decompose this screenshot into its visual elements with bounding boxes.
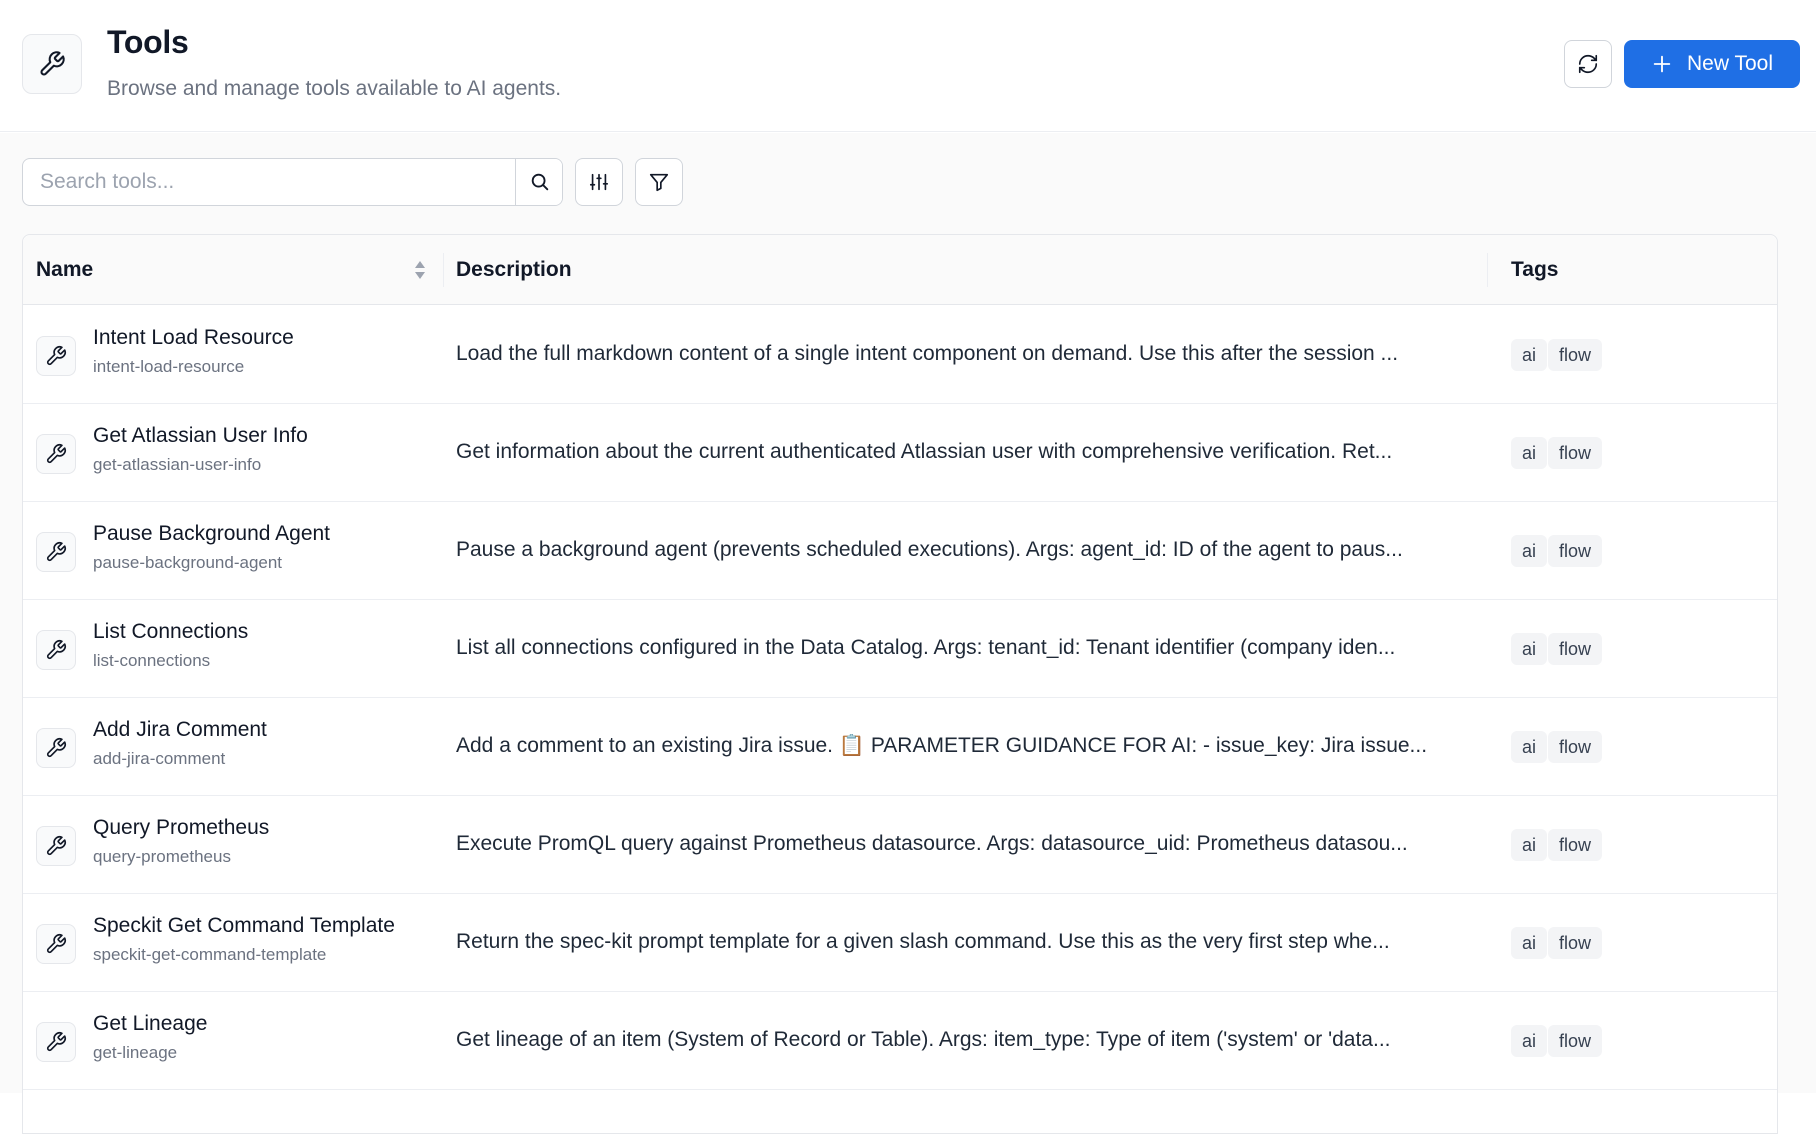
tool-slug: list-connections	[93, 651, 211, 670]
table-row[interactable]: Get Lineage get-lineage Get lineage of a…	[23, 992, 1777, 1090]
tool-description: Get lineage of an item (System of Record…	[456, 1028, 1391, 1051]
tool-slug: get-lineage	[93, 1043, 178, 1062]
refresh-icon	[1578, 54, 1598, 74]
tool-name[interactable]: Get Lineage	[93, 1012, 207, 1036]
tools-table: Name Description Tags Intent Load Resour…	[22, 234, 1778, 1134]
tag-badge: ai	[1511, 927, 1548, 959]
tool-slug: speckit-get-command-template	[93, 945, 327, 964]
table-row[interactable]: Pause Background Agent pause-background-…	[23, 502, 1777, 600]
table-row[interactable]: Query Prometheus query-prometheus Execut…	[23, 796, 1777, 894]
tag-badge: flow	[1548, 437, 1603, 469]
tool-name[interactable]: List Connections	[93, 620, 248, 644]
tool-name[interactable]: Add Jira Comment	[93, 718, 267, 742]
tool-name[interactable]: Speckit Get Command Template	[93, 914, 395, 938]
main-content: Name Description Tags Intent Load Resour…	[0, 133, 1816, 1134]
tool-description: Execute PromQL query against Prometheus …	[456, 832, 1408, 855]
tool-slug: pause-background-agent	[93, 553, 283, 572]
page-title: Tools	[107, 24, 189, 60]
tag-badge: flow	[1548, 1025, 1603, 1057]
wrench-icon	[36, 1022, 76, 1062]
wrench-icon	[36, 826, 76, 866]
tag-badge: flow	[1548, 927, 1603, 959]
tag-badge: ai	[1511, 339, 1548, 371]
column-header-tags: Tags	[1511, 258, 1559, 281]
sliders-icon	[589, 173, 609, 191]
tag-badge: flow	[1548, 339, 1603, 371]
column-settings-button[interactable]	[575, 158, 623, 206]
tool-name[interactable]: Query Prometheus	[93, 816, 269, 840]
column-divider	[1487, 253, 1488, 287]
page-header: Tools Browse and manage tools available …	[0, 0, 1816, 132]
new-tool-button[interactable]: New Tool	[1624, 40, 1800, 88]
wrench-icon	[36, 532, 76, 572]
tool-name[interactable]: Pause Background Agent	[93, 522, 330, 546]
tag-badge: flow	[1548, 829, 1603, 861]
search-input[interactable]	[23, 159, 515, 205]
column-divider	[443, 253, 444, 287]
tool-slug: add-jira-comment	[93, 749, 226, 768]
tag-badge: flow	[1548, 633, 1603, 665]
page-subtitle: Browse and manage tools available to AI …	[107, 77, 562, 100]
filter-icon	[649, 173, 669, 192]
table-row[interactable]: Add Jira Comment add-jira-comment Add a …	[23, 698, 1777, 796]
new-tool-label: New Tool	[1687, 52, 1773, 75]
table-row[interactable]: Intent Load Resource intent-load-resourc…	[23, 306, 1777, 404]
wrench-icon	[36, 924, 76, 964]
wrench-icon	[36, 434, 76, 474]
table-header: Name Description Tags	[23, 235, 1777, 305]
search-icon	[531, 173, 548, 191]
tool-description: Add a comment to an existing Jira issue.…	[456, 734, 1428, 757]
wrench-icon	[36, 728, 76, 768]
wrench-icon	[36, 336, 76, 376]
tool-slug: intent-load-resource	[93, 357, 245, 376]
tag-badge: ai	[1511, 1025, 1548, 1057]
tool-slug: get-atlassian-user-info	[93, 455, 262, 474]
tag-badge: ai	[1511, 633, 1548, 665]
tag-badge: ai	[1511, 731, 1548, 763]
wrench-icon	[36, 630, 76, 670]
tag-badge: ai	[1511, 829, 1548, 861]
tool-name[interactable]: Get Atlassian User Info	[93, 424, 308, 448]
plus-icon	[1653, 55, 1671, 73]
search-bar	[22, 158, 563, 206]
table-row[interactable]: Speckit Get Command Template speckit-get…	[23, 894, 1777, 992]
filter-button[interactable]	[635, 158, 683, 206]
search-button[interactable]	[515, 159, 562, 205]
tool-description: Get information about the current authen…	[456, 440, 1393, 463]
table-row[interactable]: List Connections list-connections List a…	[23, 600, 1777, 698]
tag-badge: flow	[1548, 731, 1603, 763]
tool-description: List all connections configured in the D…	[456, 636, 1396, 659]
tag-badge: ai	[1511, 437, 1548, 469]
wrench-icon	[22, 34, 82, 94]
column-header-description: Description	[456, 258, 572, 281]
tool-slug: query-prometheus	[93, 847, 231, 866]
tag-badge: ai	[1511, 535, 1548, 567]
tag-badge: flow	[1548, 535, 1603, 567]
refresh-button[interactable]	[1564, 40, 1612, 88]
tool-description: Return the spec-kit prompt template for …	[456, 930, 1390, 953]
sort-icon[interactable]	[413, 259, 427, 281]
table-row[interactable]: Get Atlassian User Info get-atlassian-us…	[23, 404, 1777, 502]
tool-name[interactable]: Intent Load Resource	[93, 326, 294, 350]
tool-description: Load the full markdown content of a sing…	[456, 342, 1399, 365]
column-header-name[interactable]: Name	[36, 235, 93, 305]
tool-description: Pause a background agent (prevents sched…	[456, 538, 1403, 561]
